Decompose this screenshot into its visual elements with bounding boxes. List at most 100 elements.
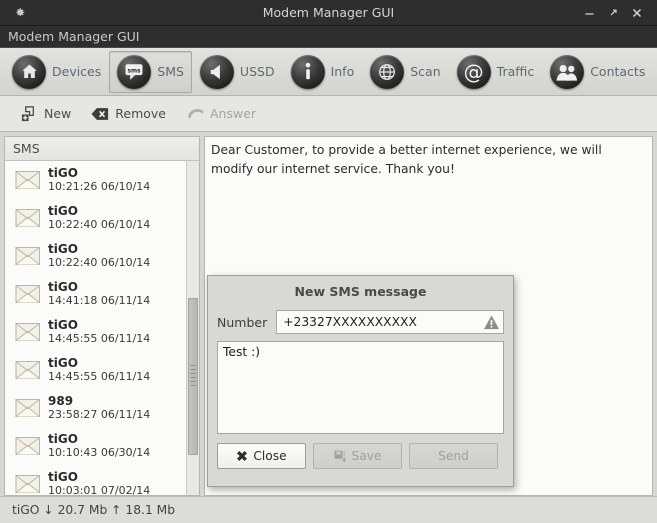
- toolbar-item-devices[interactable]: Devices: [4, 51, 109, 93]
- sms-list-item-text: tiGO 10:22:40 06/10/14: [48, 242, 150, 269]
- close-icon[interactable]: [626, 2, 648, 24]
- home-icon: [12, 54, 46, 89]
- toolbar-item-contacts[interactable]: Contacts: [542, 51, 653, 93]
- scrollbar-grip-icon: [190, 365, 196, 388]
- sms-list-item[interactable]: tiGO 14:41:18 06/11/14: [5, 275, 186, 313]
- reply-arrow-icon: [186, 105, 204, 123]
- toolbar-label-scan: Scan: [410, 64, 441, 79]
- envelope-icon: [15, 322, 41, 342]
- number-input[interactable]: +23327XXXXXXXXXX: [276, 310, 504, 334]
- sms-list-item-text: tiGO 10:22:40 06/10/14: [48, 204, 150, 231]
- window-controls: [578, 2, 657, 24]
- globe-icon: [370, 54, 405, 89]
- menu-strip: Modem Manager GUI: [0, 26, 657, 48]
- sms-timestamp: 23:58:27 06/11/14: [48, 407, 151, 421]
- contacts-icon: [550, 54, 585, 89]
- toolbar-label-devices: Devices: [52, 64, 102, 79]
- main-toolbar: Devices sms SMS USSD Info Scan @ Traffic…: [0, 48, 657, 96]
- sms-timestamp: 10:21:26 06/10/14: [48, 179, 151, 193]
- new-sms-dialog-title: New SMS message: [294, 283, 427, 299]
- title-bar: Modem Manager GUI: [0, 0, 657, 26]
- sms-sender: tiGO: [48, 166, 78, 181]
- message-content-text: Dear Customer, to provide a better inter…: [211, 143, 602, 177]
- save-disk-icon: [334, 450, 347, 463]
- sms-list-scrollbar[interactable]: [186, 161, 199, 495]
- sms-sender: tiGO: [48, 318, 78, 333]
- number-row: Number +23327XXXXXXXXXX: [208, 306, 513, 338]
- remove-message-label: Remove: [115, 106, 166, 121]
- sms-list-item[interactable]: tiGO 10:03:01 07/02/14: [5, 465, 186, 495]
- sms-list-scrollbar-thumb[interactable]: [188, 297, 198, 455]
- send-button-label: Send: [438, 449, 469, 463]
- close-button[interactable]: Close: [217, 443, 306, 469]
- sms-list-item-text: tiGO 14:41:18 06/11/14: [48, 280, 150, 307]
- at-sign-glyph: @: [463, 59, 484, 84]
- sms-list-item-text: tiGO 14:45:55 06/11/14: [48, 356, 150, 383]
- sms-list-item[interactable]: tiGO 10:22:40 06/10/14: [5, 199, 186, 237]
- cancel-x-icon: [236, 450, 248, 462]
- sms-sender: tiGO: [48, 242, 78, 257]
- sms-list-item-text: tiGO 10:03:01 07/02/14: [48, 470, 150, 495]
- sms-timestamp: 10:22:40 06/10/14: [48, 255, 151, 269]
- minimize-icon[interactable]: [578, 2, 600, 24]
- sms-sender: tiGO: [48, 432, 78, 447]
- new-message-icon: [20, 105, 38, 123]
- sms-list-item[interactable]: tiGO 14:45:55 06/11/14: [5, 351, 186, 389]
- envelope-icon: [15, 398, 41, 418]
- toolbar-label-sms: SMS: [157, 64, 184, 79]
- main-body: SMS tiGO 10:21:26 06/10/14 tiGO 10:22:40 06…: [0, 132, 657, 496]
- sms-list-item[interactable]: tiGO 10:21:26 06/10/14: [5, 161, 186, 199]
- toolbar-item-sms[interactable]: sms SMS: [109, 50, 192, 93]
- window-title: Modem Manager GUI: [262, 5, 395, 20]
- message-textarea[interactable]: Test :): [217, 341, 504, 434]
- sms-action-toolbar: New Remove Answer: [0, 96, 657, 132]
- sms-sender: tiGO: [48, 356, 78, 371]
- new-sms-dialog: New SMS message Number +23327XXXXXXXXXX …: [207, 275, 514, 487]
- new-message-label: New: [44, 106, 72, 121]
- toolbar-item-ussd[interactable]: USSD: [192, 51, 283, 93]
- at-sign-icon: @: [456, 54, 491, 89]
- sms-timestamp: 14:45:55 06/11/14: [48, 331, 151, 345]
- answer-message-button[interactable]: Answer: [178, 102, 264, 126]
- sms-list-item[interactable]: 989 23:58:27 06/11/14: [5, 389, 186, 427]
- sms-sender: tiGO: [48, 470, 78, 485]
- send-button[interactable]: Send: [409, 443, 498, 469]
- toolbar-item-info[interactable]: Info: [283, 51, 363, 93]
- maximize-icon[interactable]: [602, 2, 624, 24]
- sms-timestamp: 10:10:43 06/30/14: [48, 445, 151, 459]
- sms-list[interactable]: tiGO 10:21:26 06/10/14 tiGO 10:22:40 06/10/…: [5, 161, 186, 495]
- sms-sender: 989: [48, 394, 74, 409]
- envelope-icon: [15, 284, 41, 304]
- remove-message-button[interactable]: Remove: [83, 102, 174, 126]
- sms-sender: tiGO: [48, 280, 78, 295]
- toolbar-item-scan[interactable]: Scan: [362, 51, 448, 93]
- toolbar-label-traffic: Traffic: [496, 64, 535, 79]
- toolbar-label-info: Info: [330, 64, 355, 79]
- svg-text:sms: sms: [128, 68, 142, 74]
- sms-list-panel: SMS tiGO 10:21:26 06/10/14 tiGO 10:22:40 06…: [4, 136, 200, 496]
- dialog-buttons: Close Save Send: [208, 434, 513, 469]
- sms-list-item[interactable]: tiGO 14:45:55 06/11/14: [5, 313, 186, 351]
- application-window: Modem Manager GUI Modem Manager GUI Devi…: [0, 0, 657, 523]
- number-label: Number: [217, 314, 268, 330]
- sms-icon: sms: [117, 54, 152, 89]
- sms-list-item-text: tiGO 10:10:43 06/30/14: [48, 432, 150, 459]
- sms-list-item[interactable]: tiGO 10:10:43 06/30/14: [5, 427, 186, 465]
- info-icon: [290, 54, 325, 89]
- toolbar-item-traffic[interactable]: @ Traffic: [449, 51, 543, 93]
- save-button[interactable]: Save: [313, 443, 402, 469]
- gear-icon: [6, 0, 32, 26]
- envelope-icon: [15, 436, 41, 456]
- envelope-icon: [15, 170, 41, 190]
- save-button-label: Save: [351, 449, 382, 463]
- sms-timestamp: 10:03:01 07/02/14: [48, 483, 151, 495]
- sms-timestamp: 14:41:18 06/11/14: [48, 293, 151, 307]
- sms-list-item[interactable]: tiGO 10:22:40 06/10/14: [5, 237, 186, 275]
- sms-timestamp: 14:45:55 06/11/14: [48, 369, 151, 383]
- close-button-label: Close: [253, 449, 287, 463]
- sms-sender: tiGO: [48, 204, 78, 219]
- sms-timestamp: 10:22:40 06/10/14: [48, 217, 151, 231]
- number-input-value: +23327XXXXXXXXXX: [283, 315, 417, 329]
- new-message-button[interactable]: New: [12, 102, 79, 126]
- toolbar-label-contacts: Contacts: [590, 64, 646, 79]
